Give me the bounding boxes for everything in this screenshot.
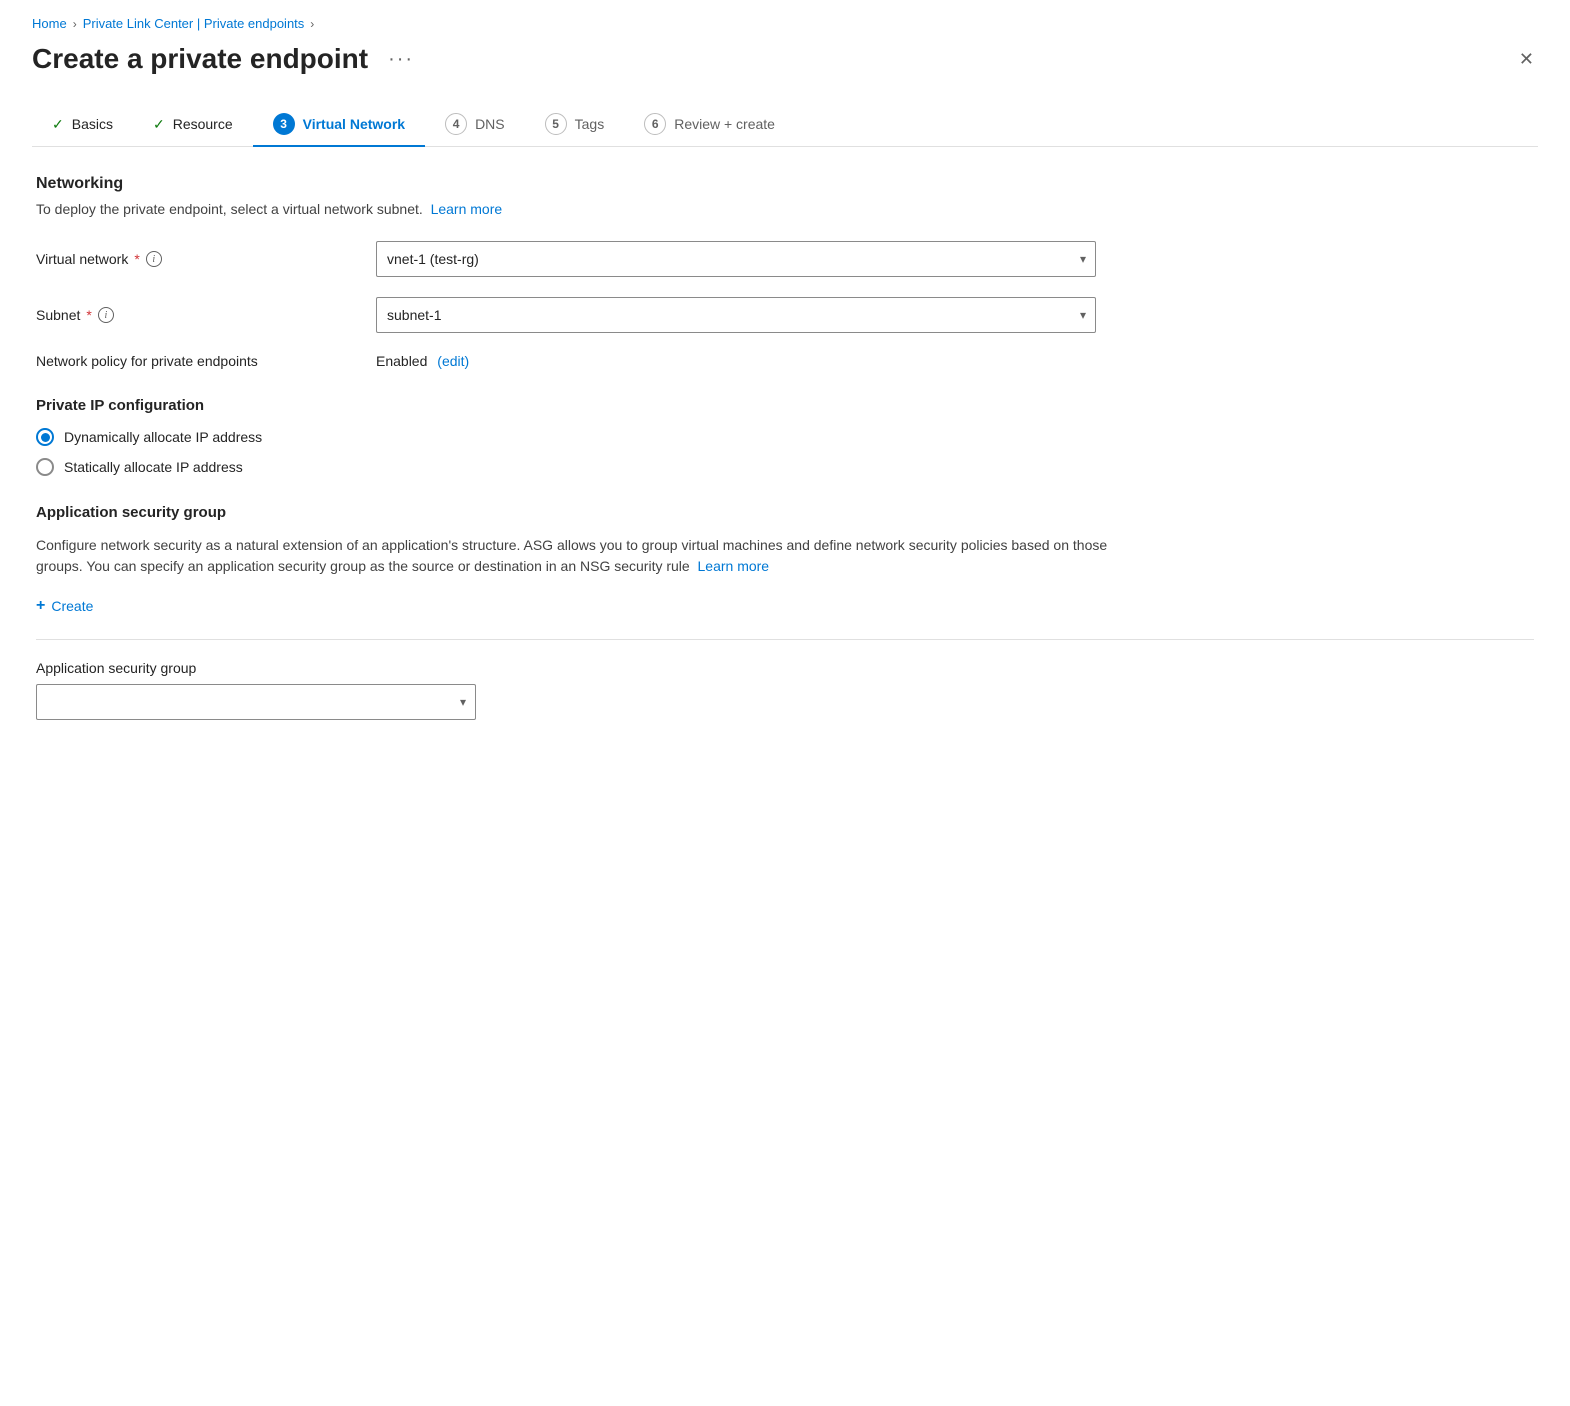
tab-label-tags: Tags <box>575 116 605 132</box>
networking-description-text: To deploy the private endpoint, select a… <box>36 201 423 217</box>
virtual-network-required: * <box>134 251 139 267</box>
main-content: Networking To deploy the private endpoin… <box>32 175 1538 720</box>
tab-check-resource: ✓ <box>153 116 165 133</box>
breadcrumb-separator-2: › <box>310 17 314 31</box>
tab-number-tags: 5 <box>545 113 567 135</box>
tab-tags[interactable]: 5 Tags <box>525 103 625 147</box>
tabs-container: ✓ Basics ✓ Resource 3 Virtual Network 4 … <box>32 103 1538 147</box>
asg-field-section: Application security group ▾ <box>36 639 1534 720</box>
asg-select[interactable] <box>36 684 476 720</box>
tab-label-resource: Resource <box>173 116 233 132</box>
private-ip-section-title: Private IP configuration <box>36 397 1534 414</box>
tab-review-create[interactable]: 6 Review + create <box>624 103 795 147</box>
asg-create-label: Create <box>51 598 93 614</box>
subnet-required: * <box>86 307 91 323</box>
tab-label-dns: DNS <box>475 116 505 132</box>
subnet-info-icon[interactable]: i <box>98 307 114 323</box>
dynamic-ip-label: Dynamically allocate IP address <box>64 429 262 445</box>
tab-label-basics: Basics <box>72 116 113 132</box>
networking-section-description: To deploy the private endpoint, select a… <box>36 201 1534 217</box>
plus-icon: + <box>36 597 45 615</box>
static-ip-radio[interactable] <box>36 458 54 476</box>
breadcrumb-separator-1: › <box>73 17 77 31</box>
more-options-button[interactable]: ··· <box>380 44 422 75</box>
network-policy-row: Network policy for private endpoints Ena… <box>36 353 1534 369</box>
page-title: Create a private endpoint <box>32 43 368 75</box>
tab-number-virtual-network: 3 <box>273 113 295 135</box>
ip-config-radio-group: Dynamically allocate IP address Statical… <box>36 428 1534 476</box>
asg-select-wrapper: ▾ <box>36 684 476 720</box>
virtual-network-select[interactable]: vnet-1 (test-rg) <box>376 241 1096 277</box>
virtual-network-label-text: Virtual network <box>36 251 128 267</box>
subnet-label: Subnet * i <box>36 307 376 323</box>
tab-label-review-create: Review + create <box>674 116 775 132</box>
network-policy-status: Enabled <box>376 353 427 369</box>
private-ip-section: Private IP configuration Dynamically all… <box>36 397 1534 476</box>
asg-learn-more-link[interactable]: Learn more <box>698 558 770 574</box>
subnet-label-text: Subnet <box>36 307 80 323</box>
page-title-row: Create a private endpoint ··· <box>32 43 422 75</box>
asg-section: Application security group Configure net… <box>36 504 1534 720</box>
tab-virtual-network[interactable]: 3 Virtual Network <box>253 103 425 147</box>
close-button[interactable]: ✕ <box>1515 46 1538 72</box>
static-ip-label: Statically allocate IP address <box>64 459 243 475</box>
networking-section-title: Networking <box>36 175 1534 193</box>
tab-number-dns: 4 <box>445 113 467 135</box>
network-policy-edit-link[interactable]: (edit) <box>437 353 469 369</box>
asg-create-button[interactable]: + Create <box>36 597 93 615</box>
breadcrumb: Home › Private Link Center | Private end… <box>32 16 1538 31</box>
networking-learn-more-link[interactable]: Learn more <box>431 201 503 217</box>
breadcrumb-home[interactable]: Home <box>32 16 67 31</box>
tab-dns[interactable]: 4 DNS <box>425 103 525 147</box>
virtual-network-field: Virtual network * i vnet-1 (test-rg) ▾ <box>36 241 1534 277</box>
asg-field-label: Application security group <box>36 660 1534 676</box>
tab-basics[interactable]: ✓ Basics <box>32 106 133 145</box>
page-header: Create a private endpoint ··· ✕ <box>32 43 1538 75</box>
network-policy-value: Enabled (edit) <box>376 353 469 369</box>
tab-number-review-create: 6 <box>644 113 666 135</box>
asg-description: Configure network security as a natural … <box>36 535 1136 577</box>
breadcrumb-private-link[interactable]: Private Link Center | Private endpoints <box>83 16 305 31</box>
virtual-network-info-icon[interactable]: i <box>146 251 162 267</box>
tab-label-virtual-network: Virtual Network <box>303 116 405 132</box>
tab-resource[interactable]: ✓ Resource <box>133 106 253 145</box>
virtual-network-select-wrapper: vnet-1 (test-rg) ▾ <box>376 241 1096 277</box>
asg-description-text: Configure network security as a natural … <box>36 537 1107 574</box>
subnet-select[interactable]: subnet-1 <box>376 297 1096 333</box>
network-policy-label: Network policy for private endpoints <box>36 353 376 369</box>
virtual-network-label: Virtual network * i <box>36 251 376 267</box>
dynamic-ip-option[interactable]: Dynamically allocate IP address <box>36 428 1534 446</box>
static-ip-option[interactable]: Statically allocate IP address <box>36 458 1534 476</box>
networking-section: Networking To deploy the private endpoin… <box>36 175 1534 369</box>
subnet-select-wrapper: subnet-1 ▾ <box>376 297 1096 333</box>
asg-section-title: Application security group <box>36 504 1534 521</box>
subnet-field: Subnet * i subnet-1 ▾ <box>36 297 1534 333</box>
dynamic-ip-radio[interactable] <box>36 428 54 446</box>
tab-check-basics: ✓ <box>52 116 64 133</box>
